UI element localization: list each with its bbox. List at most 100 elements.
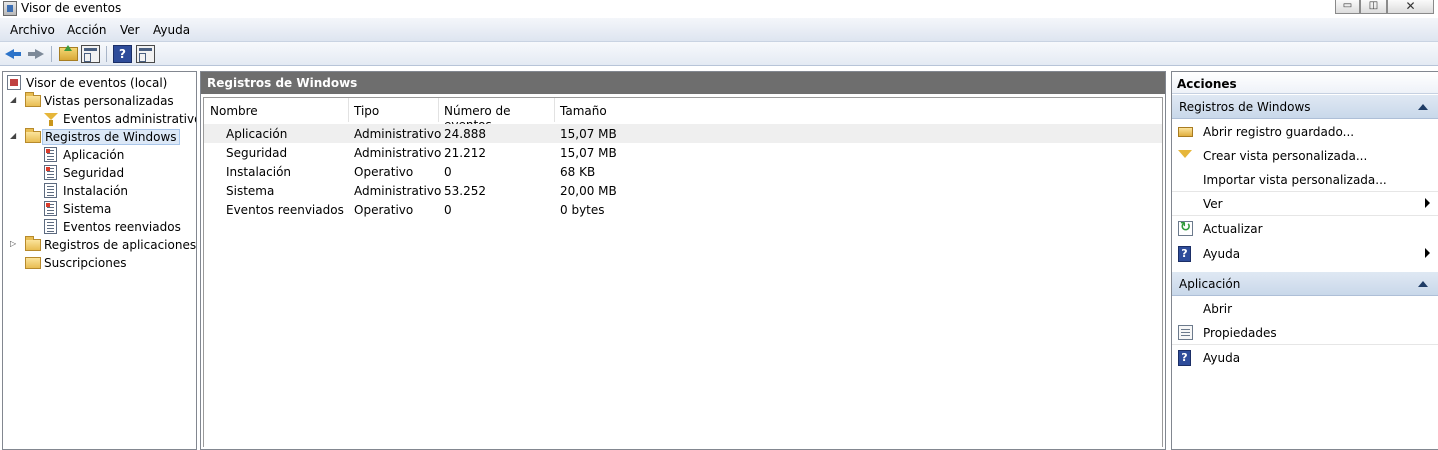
action-import-custom-view[interactable]: Importar vista personalizada... (1172, 168, 1438, 192)
toolbar-separator (51, 46, 52, 62)
action-help[interactable]: ? Ayuda (1172, 346, 1438, 370)
event-log-icon (44, 165, 57, 180)
action-help-submenu[interactable]: ? Ayuda (1172, 242, 1438, 266)
cell-size: 20,00 MB (560, 184, 617, 198)
menu-bar: Archivo Acción Ver Ayuda (0, 18, 1438, 42)
properties-icon (1178, 325, 1193, 340)
tree-item-label: Eventos reenviados (63, 220, 181, 234)
cell-name: Sistema (226, 184, 275, 198)
help-icon[interactable]: ? (113, 45, 132, 63)
collapsed-arrow-icon[interactable]: ▷ (10, 239, 16, 248)
submenu-arrow-icon (1425, 248, 1430, 258)
column-header-tamano[interactable]: Tamaño (555, 98, 1162, 122)
actions-title: Acciones (1172, 72, 1438, 94)
restore-button[interactable]: ◫ (1360, 0, 1387, 14)
cell-type: Administrativo (354, 146, 442, 160)
tree-item-label: Vistas personalizadas (44, 94, 174, 108)
table-row[interactable]: Sistema Administrativo 53.252 20,00 MB (204, 181, 1162, 200)
action-label: Abrir registro guardado... (1203, 125, 1355, 139)
tree-item-admin-events[interactable]: Eventos administrativos (44, 110, 196, 128)
column-header-nombre[interactable]: Nombre (204, 98, 349, 122)
cell-name: Seguridad (226, 146, 288, 160)
tree-item-log-eventos-reenviados[interactable]: Eventos reenviados (44, 218, 196, 236)
folder-icon (25, 236, 41, 251)
filter-icon (44, 113, 58, 126)
action-view-submenu[interactable]: Ver (1172, 192, 1438, 216)
filter-icon (1178, 150, 1192, 158)
tree-item-label: Visor de eventos (local) (26, 76, 168, 90)
actions-section-windows-logs[interactable]: Registros de Windows (1172, 95, 1438, 119)
action-label: Ayuda (1203, 247, 1241, 261)
tree-item-label: Registros de aplicaciones y s (44, 238, 197, 252)
tree-item-custom-views[interactable]: Vistas personalizadas (25, 92, 195, 110)
menu-ver[interactable]: Ver (120, 23, 140, 37)
tree-item-root[interactable]: Visor de eventos (local) (7, 74, 196, 92)
action-open-saved-log[interactable]: Abrir registro guardado... (1172, 120, 1438, 144)
menu-ayuda[interactable]: Ayuda (153, 23, 190, 37)
actions-section-aplicacion[interactable]: Aplicación (1172, 272, 1438, 296)
tree-item-log-instalacion[interactable]: Instalación (44, 182, 196, 200)
cell-type: Administrativo (354, 127, 442, 141)
action-create-custom-view[interactable]: Crear vista personalizada... (1172, 144, 1438, 168)
cell-events: 24.888 (444, 127, 486, 141)
cell-size: 0 bytes (560, 203, 605, 217)
results-pane: Registros de Windows Nombre Tipo Número … (200, 71, 1166, 450)
cell-name: Aplicación (226, 127, 288, 141)
tree-item-log-aplicacion[interactable]: Aplicación (44, 146, 196, 164)
tree-item-subscriptions[interactable]: Suscripciones (25, 254, 195, 272)
event-log-icon (44, 201, 57, 216)
action-properties[interactable]: Propiedades (1172, 321, 1438, 345)
tree-item-label: Suscripciones (44, 256, 127, 270)
show-hide-action-pane-icon[interactable] (136, 45, 155, 63)
tree-item-log-sistema[interactable]: Sistema (44, 200, 196, 218)
results-pane-header: Registros de Windows (201, 72, 1165, 94)
action-label: Ver (1203, 197, 1223, 211)
action-label: Crear vista personalizada... (1203, 149, 1368, 163)
up-folder-icon[interactable] (59, 45, 78, 61)
collapse-arrow-icon[interactable] (1418, 281, 1428, 287)
section-title: Aplicación (1179, 277, 1241, 291)
console-tree: Visor de eventos (local) ◢ Vistas person… (2, 71, 197, 450)
action-refresh[interactable]: Actualizar (1172, 217, 1438, 241)
cell-size: 68 KB (560, 165, 596, 179)
menu-archivo[interactable]: Archivo (10, 23, 55, 37)
cell-events: 0 (444, 203, 452, 217)
table-row[interactable]: Instalación Operativo 0 68 KB (204, 162, 1162, 181)
expanded-arrow-icon[interactable]: ◢ (10, 95, 16, 104)
back-arrow-icon[interactable] (4, 45, 23, 63)
action-open[interactable]: Abrir (1172, 297, 1438, 321)
show-hide-console-tree-icon[interactable] (81, 45, 100, 63)
forward-arrow-icon[interactable] (26, 45, 45, 63)
expanded-arrow-icon[interactable]: ◢ (10, 131, 16, 140)
close-button[interactable]: ✕ (1387, 0, 1434, 14)
open-folder-icon (1178, 127, 1193, 137)
column-header-numero-eventos[interactable]: Número de eventos (439, 98, 555, 132)
event-log-icon (44, 219, 57, 234)
menu-accion[interactable]: Acción (67, 23, 106, 37)
refresh-icon (1178, 220, 1193, 236)
tree-item-label: Seguridad (63, 166, 125, 180)
tree-item-label: Registros de Windows (42, 129, 180, 145)
event-log-icon (44, 183, 57, 198)
tree-item-log-seguridad[interactable]: Seguridad (44, 164, 196, 182)
folder-icon (25, 92, 41, 107)
column-header-tipo[interactable]: Tipo (349, 98, 439, 122)
cell-type: Administrativo (354, 184, 442, 198)
minimize-button[interactable]: ▭ (1335, 0, 1360, 14)
action-label: Actualizar (1203, 222, 1263, 236)
cell-name: Eventos reenviados (226, 203, 344, 217)
collapse-arrow-icon[interactable] (1418, 104, 1428, 110)
submenu-arrow-icon (1425, 198, 1430, 208)
tree-item-windows-logs[interactable]: Registros de Windows (25, 128, 195, 146)
cell-size: 15,07 MB (560, 127, 617, 141)
action-label: Abrir (1203, 302, 1233, 316)
table-row[interactable]: Aplicación Administrativo 24.888 15,07 M… (204, 124, 1162, 143)
event-log-icon (44, 147, 57, 162)
event-viewer-app-icon (3, 1, 17, 16)
table-row[interactable]: Eventos reenviados Operativo 0 0 bytes (204, 200, 1162, 219)
toolbar-separator (106, 46, 107, 62)
table-row[interactable]: Seguridad Administrativo 21.212 15,07 MB (204, 143, 1162, 162)
tree-item-app-service-logs[interactable]: Registros de aplicaciones y s (25, 236, 197, 254)
toolbar: ? (0, 42, 1438, 66)
action-label: Importar vista personalizada... (1203, 173, 1387, 187)
